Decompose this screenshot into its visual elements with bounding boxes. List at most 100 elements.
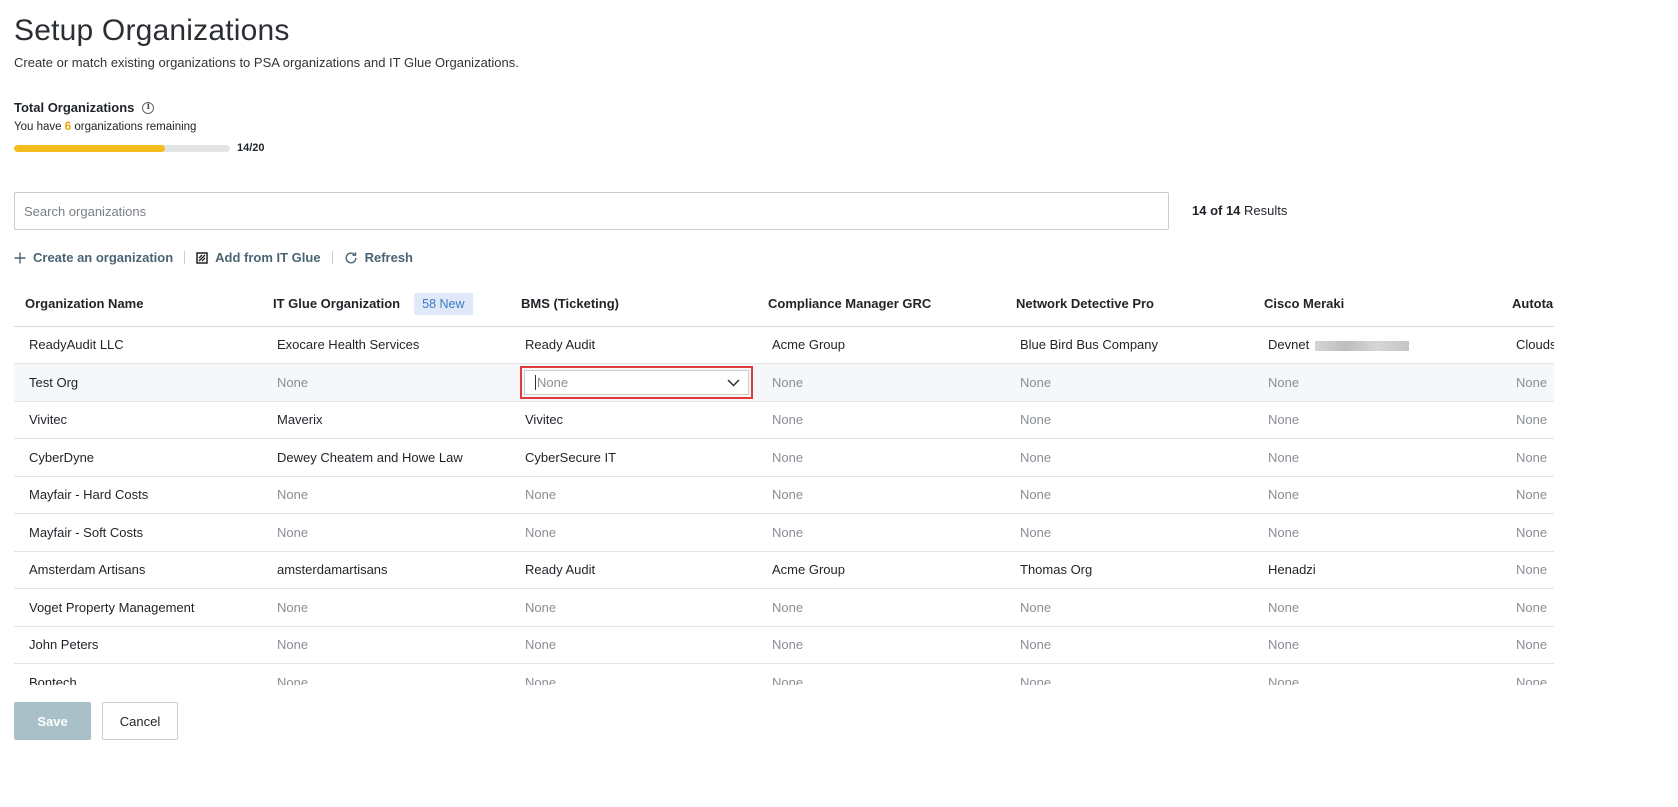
cell-itglue-organization[interactable]: None xyxy=(262,626,510,664)
cell-bms-ticketing[interactable]: CyberSecure IT xyxy=(510,438,757,477)
cell-cisco-meraki[interactable]: None xyxy=(1253,513,1501,552)
cell-text: None xyxy=(772,487,804,503)
cell-compliance-manager[interactable]: None xyxy=(757,438,1005,477)
add-from-itglue-button[interactable]: Add from IT Glue xyxy=(196,250,321,265)
chevron-down-icon xyxy=(727,375,740,390)
cell-cisco-meraki[interactable]: Henadzi xyxy=(1253,551,1501,589)
cell-network-detective[interactable]: Blue Bird Bus Company xyxy=(1005,326,1253,364)
cell-itglue-organization[interactable]: Exocare Health Services xyxy=(262,326,510,364)
organizations-remaining: You have 6 organizations remaining xyxy=(14,121,196,133)
cell-cisco-meraki[interactable]: None xyxy=(1253,626,1501,664)
cell-compliance-manager[interactable]: None xyxy=(757,401,1005,439)
cell-bms-ticketing[interactable]: None xyxy=(510,663,757,685)
cell-compliance-manager[interactable]: None xyxy=(757,588,1005,627)
column-header-bms-ticketing: BMS (Ticketing) xyxy=(510,282,757,327)
table-row[interactable]: Vivitec Maverix Vivitec None None None None xyxy=(14,401,1554,439)
table-row[interactable]: John Peters None None None None None None xyxy=(14,626,1554,664)
table-row[interactable]: CyberDyne Dewey Cheatem and Howe Law Cyber… xyxy=(14,438,1554,477)
table-row[interactable]: Amsterdam Artisans amsterdamartisans Ready… xyxy=(14,551,1554,589)
cell-bms-ticketing[interactable]: None xyxy=(510,513,757,552)
column-header-organization-name: Organization Name xyxy=(14,282,262,327)
table-row[interactable]: Test Org None None None None None None xyxy=(14,363,1554,402)
cell-itglue-organization[interactable]: None xyxy=(262,513,510,552)
table-row[interactable]: Bontech None None None None None None xyxy=(14,663,1554,685)
cell-compliance-manager[interactable]: None xyxy=(757,513,1005,552)
cell-network-detective[interactable]: None xyxy=(1005,438,1253,477)
cell-bms-ticketing[interactable]: Vivitec xyxy=(510,401,757,439)
cancel-button[interactable]: Cancel xyxy=(102,702,178,740)
cell-autotask[interactable]: None xyxy=(1501,588,1554,627)
new-count-badge[interactable]: 58 New xyxy=(414,292,473,315)
cell-cisco-meraki[interactable]: None xyxy=(1253,363,1501,402)
cell-cisco-meraki[interactable]: None xyxy=(1253,476,1501,514)
cell-text: None xyxy=(1516,449,1548,465)
remaining-suffix: organizations remaining xyxy=(74,121,197,133)
table-row[interactable]: ReadyAudit LLC Exocare Health Services Rea… xyxy=(14,326,1554,364)
cell-text: None xyxy=(772,374,804,390)
cell-bms-ticketing[interactable]: None xyxy=(510,476,757,514)
cell-bms-ticketing[interactable]: Ready Audit xyxy=(510,551,757,589)
bms-ticketing-select[interactable]: None xyxy=(524,369,749,395)
cell-bms-ticketing[interactable]: None xyxy=(510,626,757,664)
cell-network-detective[interactable]: None xyxy=(1005,513,1253,552)
remaining-count: 6 xyxy=(64,121,72,133)
cell-autotask[interactable]: None xyxy=(1501,513,1554,552)
cell-network-detective[interactable]: None xyxy=(1005,626,1253,664)
cell-text: Clouds xyxy=(1516,337,1554,353)
cell-bms-ticketing[interactable]: Ready Audit xyxy=(510,326,757,364)
save-button[interactable]: Save xyxy=(14,702,91,740)
cell-text: None xyxy=(1516,562,1548,578)
table-body: ReadyAudit LLC Exocare Health Services Rea… xyxy=(14,326,1554,685)
cell-itglue-organization[interactable]: None xyxy=(262,663,510,685)
cell-text: None xyxy=(1020,637,1052,653)
table-row[interactable]: Mayfair - Soft Costs None None None None None… xyxy=(14,513,1554,552)
cell-compliance-manager[interactable]: None xyxy=(757,363,1005,402)
column-header-autotask: Autotas xyxy=(1501,282,1554,327)
cell-autotask[interactable]: None xyxy=(1501,401,1554,439)
cell-itglue-organization[interactable]: None xyxy=(262,476,510,514)
cell-cisco-meraki[interactable]: None xyxy=(1253,588,1501,627)
refresh-button[interactable]: Refresh xyxy=(344,250,413,265)
cell-cisco-meraki[interactable]: None xyxy=(1253,663,1501,685)
cell-network-detective[interactable]: Thomas Org xyxy=(1005,551,1253,589)
cell-autotask[interactable]: Clouds xyxy=(1501,326,1554,364)
cell-compliance-manager[interactable]: Acme Group xyxy=(757,326,1005,364)
cell-network-detective[interactable]: None xyxy=(1005,663,1253,685)
cell-network-detective[interactable]: None xyxy=(1005,476,1253,514)
cell-compliance-manager[interactable]: None xyxy=(757,663,1005,685)
table-row[interactable]: Mayfair - Hard Costs None None None None None… xyxy=(14,476,1554,514)
create-organization-button[interactable]: Create an organization xyxy=(14,250,173,265)
cell-network-detective[interactable]: None xyxy=(1005,401,1253,439)
table-header-row: Organization Name IT Glue Organization 58… xyxy=(14,282,1554,327)
cell-text: None xyxy=(277,599,309,615)
cell-compliance-manager[interactable]: None xyxy=(757,626,1005,664)
search-input[interactable] xyxy=(14,192,1169,230)
cell-autotask[interactable]: None xyxy=(1501,438,1554,477)
cell-itglue-organization[interactable]: amsterdamartisans xyxy=(262,551,510,589)
organizations-table-container[interactable]: Organization Name IT Glue Organization 58… xyxy=(14,282,1554,685)
cell-itglue-organization[interactable]: None xyxy=(262,363,510,402)
cell-compliance-manager[interactable]: None xyxy=(757,476,1005,514)
cell-bms-ticketing[interactable]: None xyxy=(510,363,757,402)
info-icon[interactable]: i xyxy=(142,101,155,114)
cell-network-detective[interactable]: None xyxy=(1005,588,1253,627)
cell-autotask[interactable]: None xyxy=(1501,363,1554,402)
cell-itglue-organization[interactable]: Maverix xyxy=(262,401,510,439)
cell-autotask[interactable]: None xyxy=(1501,476,1554,514)
cell-text: None xyxy=(1020,374,1052,390)
cell-text: None xyxy=(1516,374,1548,390)
cell-autotask[interactable]: None xyxy=(1501,626,1554,664)
cell-cisco-meraki[interactable]: None xyxy=(1253,438,1501,477)
cell-autotask[interactable]: None xyxy=(1501,663,1554,685)
cell-text: Devnet xyxy=(1268,337,1310,353)
cell-cisco-meraki[interactable]: None xyxy=(1253,401,1501,439)
cell-network-detective[interactable]: None xyxy=(1005,363,1253,402)
cell-itglue-organization[interactable]: None xyxy=(262,588,510,627)
table-row[interactable]: Voget Property Management None None None Non… xyxy=(14,588,1554,627)
cell-text: None xyxy=(1268,599,1300,615)
cell-compliance-manager[interactable]: Acme Group xyxy=(757,551,1005,589)
cell-autotask[interactable]: None xyxy=(1501,551,1554,589)
cell-bms-ticketing[interactable]: None xyxy=(510,588,757,627)
cell-cisco-meraki[interactable]: Devnet xyxy=(1253,326,1501,364)
cell-itglue-organization[interactable]: Dewey Cheatem and Howe Law xyxy=(262,438,510,477)
